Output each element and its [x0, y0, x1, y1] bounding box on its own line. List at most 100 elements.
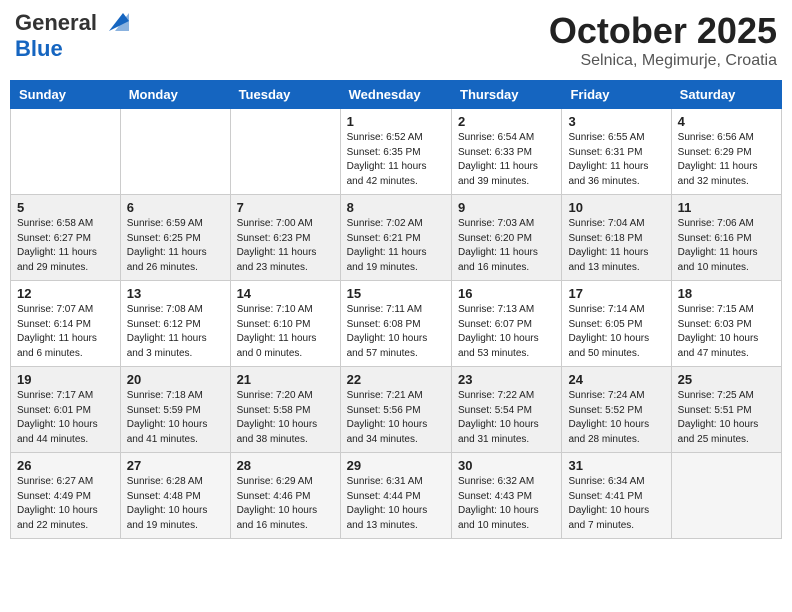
table-row: 5Sunrise: 6:58 AM Sunset: 6:27 PM Daylig…	[11, 195, 121, 281]
day-info: Sunrise: 7:21 AM Sunset: 5:56 PM Dayligh…	[347, 389, 445, 447]
table-row: 3 Sunrise: 6:55 AM Sunset: 6:31 PM Daylig…	[562, 109, 671, 195]
day-number: 22	[347, 372, 445, 387]
day-number: 31	[568, 458, 664, 473]
month-title: October 2025	[549, 10, 777, 52]
col-saturday: Saturday	[671, 81, 781, 109]
logo-blue-text: Blue	[15, 36, 63, 61]
table-row: 1 Sunrise: 6:52 AM Sunset: 6:35 PM Daylig…	[340, 109, 451, 195]
table-row	[120, 109, 230, 195]
day-info: Sunrise: 7:25 AM Sunset: 5:51 PM Dayligh…	[678, 389, 775, 447]
day-info: Sunrise: 6:27 AM Sunset: 4:49 PM Dayligh…	[17, 475, 114, 533]
day-number: 8	[347, 200, 445, 215]
table-row: 15 Sunrise: 7:11 AM Sunset: 6:08 PM Dayli…	[340, 281, 451, 367]
day-number: 20	[127, 372, 224, 387]
table-row: 2 Sunrise: 6:54 AM Sunset: 6:33 PM Daylig…	[452, 109, 562, 195]
calendar-week-row: 1 Sunrise: 6:52 AM Sunset: 6:35 PM Daylig…	[11, 109, 782, 195]
table-row: 18 Sunrise: 7:15 AM Sunset: 6:03 PM Dayli…	[671, 281, 781, 367]
table-row: 10 Sunrise: 7:04 AM Sunset: 6:18 PM Dayli…	[562, 195, 671, 281]
col-friday: Friday	[562, 81, 671, 109]
day-number: 15	[347, 286, 445, 301]
calendar-header-row: Sunday Monday Tuesday Wednesday Thursday…	[11, 81, 782, 109]
table-row: 6Sunrise: 6:59 AM Sunset: 6:25 PM Daylig…	[120, 195, 230, 281]
day-info: Sunrise: 7:00 AM Sunset: 6:23 PM Dayligh…	[237, 217, 334, 275]
table-row: 11 Sunrise: 7:06 AM Sunset: 6:16 PM Dayli…	[671, 195, 781, 281]
day-info: Sunrise: 7:04 AM Sunset: 6:18 PM Dayligh…	[568, 217, 664, 275]
table-row: 27 Sunrise: 6:28 AM Sunset: 4:48 PM Dayli…	[120, 453, 230, 539]
table-row: 30 Sunrise: 6:32 AM Sunset: 4:43 PM Dayli…	[452, 453, 562, 539]
day-number: 3	[568, 114, 664, 129]
day-number: 6	[127, 200, 224, 215]
day-info: Sunrise: 6:58 AM Sunset: 6:27 PM Dayligh…	[17, 217, 114, 275]
table-row: 26 Sunrise: 6:27 AM Sunset: 4:49 PM Dayli…	[11, 453, 121, 539]
day-number: 9	[458, 200, 555, 215]
day-number: 19	[17, 372, 114, 387]
table-row: 8 Sunrise: 7:02 AM Sunset: 6:21 PM Daylig…	[340, 195, 451, 281]
day-info: Sunrise: 7:06 AM Sunset: 6:16 PM Dayligh…	[678, 217, 775, 275]
table-row	[230, 109, 340, 195]
table-row: 31 Sunrise: 6:34 AM Sunset: 4:41 PM Dayli…	[562, 453, 671, 539]
table-row: 17Sunrise: 7:14 AM Sunset: 6:05 PM Dayli…	[562, 281, 671, 367]
header: General Blue October 2025 Selnica, Megim…	[10, 10, 782, 70]
day-info: Sunrise: 6:32 AM Sunset: 4:43 PM Dayligh…	[458, 475, 555, 533]
day-number: 24	[568, 372, 664, 387]
day-number: 26	[17, 458, 114, 473]
calendar-table: Sunday Monday Tuesday Wednesday Thursday…	[10, 80, 782, 539]
day-info: Sunrise: 7:07 AM Sunset: 6:14 PM Dayligh…	[17, 303, 114, 361]
day-info: Sunrise: 7:14 AM Sunset: 6:05 PM Dayligh…	[568, 303, 664, 361]
day-number: 2	[458, 114, 555, 129]
day-number: 7	[237, 200, 334, 215]
day-info: Sunrise: 7:22 AM Sunset: 5:54 PM Dayligh…	[458, 389, 555, 447]
table-row: 12 Sunrise: 7:07 AM Sunset: 6:14 PM Dayli…	[11, 281, 121, 367]
day-info: Sunrise: 7:13 AM Sunset: 6:07 PM Dayligh…	[458, 303, 555, 361]
calendar-week-row: 5Sunrise: 6:58 AM Sunset: 6:27 PM Daylig…	[11, 195, 782, 281]
day-info: Sunrise: 6:34 AM Sunset: 4:41 PM Dayligh…	[568, 475, 664, 533]
table-row: 7 Sunrise: 7:00 AM Sunset: 6:23 PM Daylig…	[230, 195, 340, 281]
table-row: 29Sunrise: 6:31 AM Sunset: 4:44 PM Dayli…	[340, 453, 451, 539]
day-info: Sunrise: 6:52 AM Sunset: 6:35 PM Dayligh…	[347, 131, 445, 189]
day-info: Sunrise: 7:08 AM Sunset: 6:12 PM Dayligh…	[127, 303, 224, 361]
day-number: 13	[127, 286, 224, 301]
day-info: Sunrise: 6:28 AM Sunset: 4:48 PM Dayligh…	[127, 475, 224, 533]
day-info: Sunrise: 7:15 AM Sunset: 6:03 PM Dayligh…	[678, 303, 775, 361]
day-info: Sunrise: 7:11 AM Sunset: 6:08 PM Dayligh…	[347, 303, 445, 361]
calendar-week-row: 12 Sunrise: 7:07 AM Sunset: 6:14 PM Dayli…	[11, 281, 782, 367]
day-number: 11	[678, 200, 775, 215]
col-sunday: Sunday	[11, 81, 121, 109]
col-wednesday: Wednesday	[340, 81, 451, 109]
day-number: 16	[458, 286, 555, 301]
logo-icon	[101, 13, 129, 33]
day-number: 30	[458, 458, 555, 473]
day-number: 12	[17, 286, 114, 301]
table-row: 16 Sunrise: 7:13 AM Sunset: 6:07 PM Dayli…	[452, 281, 562, 367]
day-number: 28	[237, 458, 334, 473]
logo: General Blue	[15, 10, 129, 62]
day-number: 1	[347, 114, 445, 129]
day-number: 29	[347, 458, 445, 473]
table-row: 23Sunrise: 7:22 AM Sunset: 5:54 PM Dayli…	[452, 367, 562, 453]
day-info: Sunrise: 7:20 AM Sunset: 5:58 PM Dayligh…	[237, 389, 334, 447]
day-number: 18	[678, 286, 775, 301]
day-number: 21	[237, 372, 334, 387]
day-info: Sunrise: 7:10 AM Sunset: 6:10 PM Dayligh…	[237, 303, 334, 361]
day-info: Sunrise: 7:02 AM Sunset: 6:21 PM Dayligh…	[347, 217, 445, 275]
table-row	[11, 109, 121, 195]
day-info: Sunrise: 7:24 AM Sunset: 5:52 PM Dayligh…	[568, 389, 664, 447]
day-info: Sunrise: 6:55 AM Sunset: 6:31 PM Dayligh…	[568, 131, 664, 189]
day-number: 27	[127, 458, 224, 473]
day-info: Sunrise: 6:29 AM Sunset: 4:46 PM Dayligh…	[237, 475, 334, 533]
table-row	[671, 453, 781, 539]
day-number: 10	[568, 200, 664, 215]
day-info: Sunrise: 7:18 AM Sunset: 5:59 PM Dayligh…	[127, 389, 224, 447]
table-row: 22 Sunrise: 7:21 AM Sunset: 5:56 PM Dayli…	[340, 367, 451, 453]
day-info: Sunrise: 6:54 AM Sunset: 6:33 PM Dayligh…	[458, 131, 555, 189]
day-number: 25	[678, 372, 775, 387]
day-number: 4	[678, 114, 775, 129]
calendar-week-row: 19 Sunrise: 7:17 AM Sunset: 6:01 PM Dayli…	[11, 367, 782, 453]
table-row: 19 Sunrise: 7:17 AM Sunset: 6:01 PM Dayli…	[11, 367, 121, 453]
logo-general-text: General	[15, 10, 97, 36]
table-row: 25 Sunrise: 7:25 AM Sunset: 5:51 PM Dayli…	[671, 367, 781, 453]
col-tuesday: Tuesday	[230, 81, 340, 109]
day-info: Sunrise: 7:17 AM Sunset: 6:01 PM Dayligh…	[17, 389, 114, 447]
calendar-week-row: 26 Sunrise: 6:27 AM Sunset: 4:49 PM Dayli…	[11, 453, 782, 539]
table-row: 20 Sunrise: 7:18 AM Sunset: 5:59 PM Dayli…	[120, 367, 230, 453]
